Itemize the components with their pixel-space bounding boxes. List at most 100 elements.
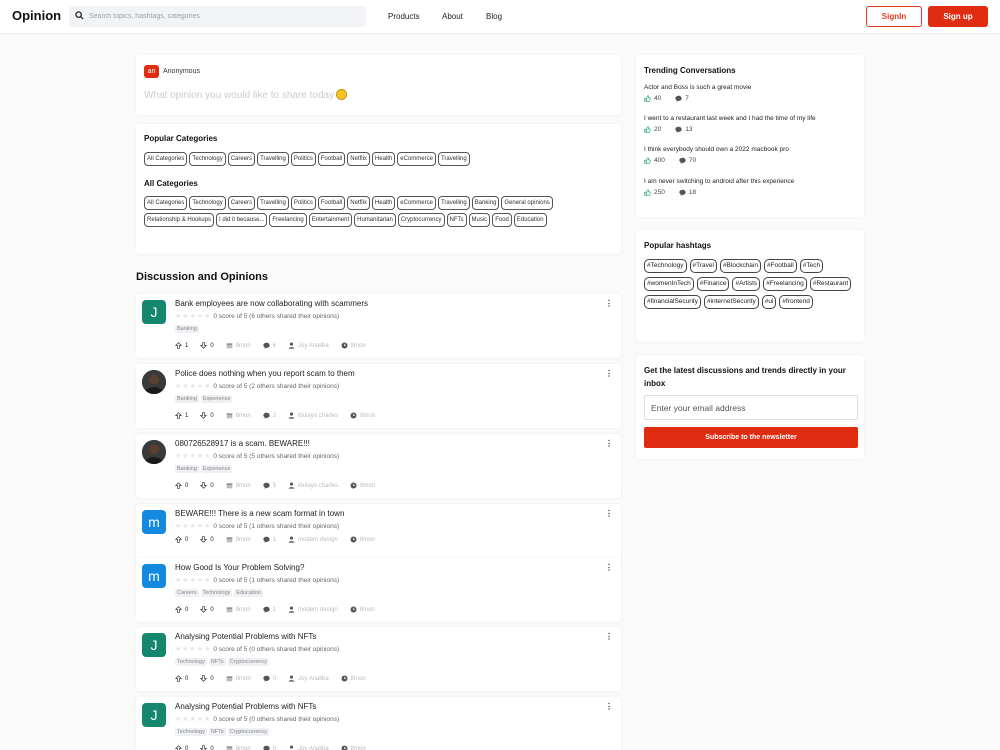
category-chip[interactable]: Careers [227, 152, 256, 166]
category-chip[interactable]: Politics [290, 152, 316, 166]
category-chip[interactable]: Education [513, 213, 547, 227]
hashtag-chip[interactable]: #internetSecurity [703, 295, 759, 309]
category-chip[interactable]: Technology [189, 152, 226, 166]
comment-count[interactable]: 2 [263, 412, 276, 419]
trending-item[interactable]: I am never switching to android after th… [644, 178, 859, 196]
upvote-button[interactable]: 0 [175, 675, 188, 682]
like-count[interactable]: 250 [644, 189, 665, 196]
tag-badge[interactable]: Technology [175, 658, 207, 666]
hashtag-chip[interactable]: #Finance [696, 277, 730, 291]
rating-stars-icon[interactable]: ★★★★★ [175, 383, 211, 390]
rating-stars-icon[interactable]: ★★★★★ [175, 523, 211, 530]
hashtag-chip[interactable]: #Artists [732, 277, 761, 291]
tag-badge[interactable]: Cryptocurrency [227, 728, 269, 736]
comment-count[interactable]: 13 [675, 126, 692, 133]
comment-count[interactable]: 0 [263, 675, 276, 682]
category-chip[interactable]: Politics [290, 196, 316, 210]
post-author[interactable]: ibulayo charles [288, 482, 338, 489]
like-count[interactable]: 20 [644, 126, 661, 133]
post-title[interactable]: Analysing Potential Problems with NFTs [175, 702, 316, 711]
post-title[interactable]: BEWARE!!! There is a new scam format in … [175, 509, 344, 518]
post-card[interactable]: J Analysing Potential Problems with NFTs ⋮… [136, 697, 621, 750]
trending-text[interactable]: I went to a restaurant last week and I h… [644, 115, 859, 122]
tag-badge[interactable]: Experience [200, 465, 233, 473]
trending-item[interactable]: Actor and Boss is such a great movie 40 7 [644, 84, 859, 102]
tag-badge[interactable]: Technology [175, 728, 207, 736]
more-options-icon[interactable]: ⋮ [605, 369, 613, 378]
category-chip[interactable]: Careers [227, 196, 256, 210]
hashtag-chip[interactable]: #Technology [644, 259, 687, 273]
post-author[interactable]: modern design [288, 536, 338, 543]
logo[interactable]: Opinion [12, 8, 61, 23]
category-chip[interactable]: Banking [471, 196, 500, 210]
rating-stars-icon[interactable]: ★★★★★ [175, 313, 211, 320]
tag-badge[interactable]: Careers [175, 589, 199, 597]
category-chip[interactable]: Cryptocurrency [397, 213, 445, 227]
comment-count[interactable]: 70 [679, 157, 696, 164]
nav-blog[interactable]: Blog [486, 12, 502, 21]
more-options-icon[interactable]: ⋮ [605, 509, 613, 518]
tag-badge[interactable]: Experience [200, 395, 233, 403]
post-title[interactable]: Police does nothing when you report scam… [175, 369, 355, 378]
category-chip[interactable]: Football [317, 152, 346, 166]
upvote-button[interactable]: 1 [175, 342, 188, 349]
category-chip[interactable]: I did it because... [216, 213, 268, 227]
downvote-button[interactable]: 0 [200, 675, 214, 682]
tag-badge[interactable]: Technology [200, 589, 233, 597]
tag-badge[interactable]: Banking [175, 465, 199, 473]
trending-text[interactable]: Actor and Boss is such a great movie [644, 84, 859, 91]
tag-badge[interactable]: Banking [175, 395, 199, 403]
downvote-button[interactable]: 0 [200, 342, 214, 349]
category-chip[interactable]: Entertainment [308, 213, 353, 227]
more-options-icon[interactable]: ⋮ [605, 299, 613, 308]
signin-button[interactable]: SignIn [866, 6, 922, 27]
downvote-button[interactable]: 0 [200, 412, 214, 419]
comment-count[interactable]: 5 [263, 482, 276, 489]
category-chip[interactable]: NFTs [446, 213, 467, 227]
trending-text[interactable]: I am never switching to android after th… [644, 178, 859, 185]
comment-count[interactable]: 18 [679, 189, 696, 196]
category-chip[interactable]: Music [468, 213, 491, 227]
post-author[interactable]: Joy Analiba [288, 675, 329, 682]
comment-count[interactable]: 1 [263, 536, 276, 543]
post-author[interactable]: ibulayo charles [288, 412, 338, 419]
rating-stars-icon[interactable]: ★★★★★ [175, 716, 211, 723]
trending-item[interactable]: I went to a restaurant last week and I h… [644, 115, 859, 133]
post-author[interactable]: Joy Analiba [288, 745, 329, 750]
post-card[interactable]: m How Good Is Your Problem Solving? ⋮ ★★★★★… [136, 558, 621, 622]
comment-count[interactable]: 6 [263, 342, 276, 349]
more-options-icon[interactable]: ⋮ [605, 439, 613, 448]
trending-item[interactable]: I think everybody should own a 2022 macb… [644, 146, 859, 164]
post-title[interactable]: Bank employees are now collaborating wit… [175, 299, 368, 308]
search-input[interactable] [89, 6, 359, 27]
post-title[interactable]: 080726528917 is a scam. BEWARE!!! [175, 439, 310, 448]
rating-stars-icon[interactable]: ★★★★★ [175, 453, 211, 460]
comment-count[interactable]: 7 [675, 95, 689, 102]
hashtag-chip[interactable]: #Restaurant [809, 277, 852, 291]
hashtag-chip[interactable]: #womenInTech [644, 277, 694, 291]
hashtag-chip[interactable]: #Freelancing [763, 277, 807, 291]
comment-count[interactable]: 1 [263, 606, 276, 613]
post-card[interactable]: 080726528917 is a scam. BEWARE!!! ⋮ ★★★★★ 0… [136, 434, 621, 498]
hashtag-chip[interactable]: #ui [761, 295, 777, 309]
category-chip[interactable]: All Categories [144, 152, 188, 166]
hashtag-chip[interactable]: #Travel [689, 259, 717, 273]
nav-about[interactable]: About [442, 12, 463, 21]
subscribe-button[interactable]: Subscribe to the newsletter [644, 427, 858, 448]
category-chip[interactable]: Netflix [347, 152, 370, 166]
rating-stars-icon[interactable]: ★★★★★ [175, 646, 211, 653]
category-chip[interactable]: Travelling [437, 196, 470, 210]
hashtag-chip[interactable]: #Blockchain [719, 259, 761, 273]
category-chip[interactable]: Relationship & Hookups [144, 213, 215, 227]
post-title[interactable]: Analysing Potential Problems with NFTs [175, 632, 316, 641]
post-author[interactable]: modern design [288, 606, 338, 613]
composer-input[interactable]: What opinion you would like to share tod… [144, 89, 348, 101]
category-chip[interactable]: Travelling [437, 152, 470, 166]
email-field[interactable] [644, 395, 858, 420]
tag-badge[interactable]: NFTs [208, 728, 226, 736]
category-chip[interactable]: Netflix [347, 196, 370, 210]
nav-products[interactable]: Products [388, 12, 420, 21]
more-options-icon[interactable]: ⋮ [605, 702, 613, 711]
smile-emoji-icon[interactable] [336, 89, 348, 100]
post-author[interactable]: Joy Analiba [288, 342, 329, 349]
